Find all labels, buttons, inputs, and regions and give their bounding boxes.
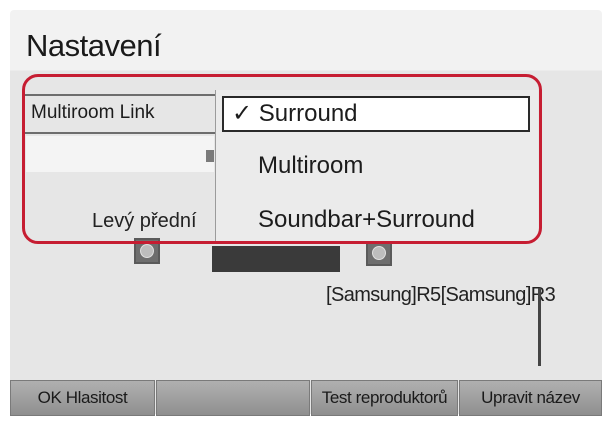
dropdown-option-surround[interactable]: ✓ Surround (222, 96, 530, 132)
row-marker (206, 150, 214, 162)
multiroom-link-label[interactable]: Multiroom Link (25, 94, 215, 134)
divider-line (538, 288, 541, 366)
dropdown-option-soundbar-surround[interactable]: Soundbar+Surround (216, 198, 538, 242)
ok-volume-button[interactable]: OK Hlasitost (10, 380, 155, 416)
settings-screen: Nastavení Multiroom Link Levý přední [Sa… (10, 10, 602, 414)
rename-button[interactable]: Upravit název (459, 380, 602, 416)
bottom-button-bar: OK Hlasitost Test reproduktorů Upravit n… (10, 380, 602, 416)
right-speaker-radio[interactable] (366, 240, 392, 266)
check-icon: ✓ (232, 100, 253, 127)
empty-button[interactable] (156, 380, 310, 416)
page-title: Nastavení (26, 28, 162, 63)
left-speaker-radio[interactable] (134, 238, 160, 264)
speaker-slider-bar (212, 246, 340, 272)
settings-row-panel (26, 136, 214, 172)
right-speakers-label: [Samsung]R5[Samsung]R3 (326, 284, 556, 306)
option-label: Surround (258, 100, 358, 127)
test-speakers-button[interactable]: Test reproduktorů (311, 380, 458, 416)
mode-dropdown[interactable]: ✓ Surround Multiroom Soundbar+Surround (215, 90, 538, 242)
dropdown-option-multiroom[interactable]: Multiroom (216, 144, 538, 188)
left-front-speaker-label: Levý přední (92, 210, 197, 232)
